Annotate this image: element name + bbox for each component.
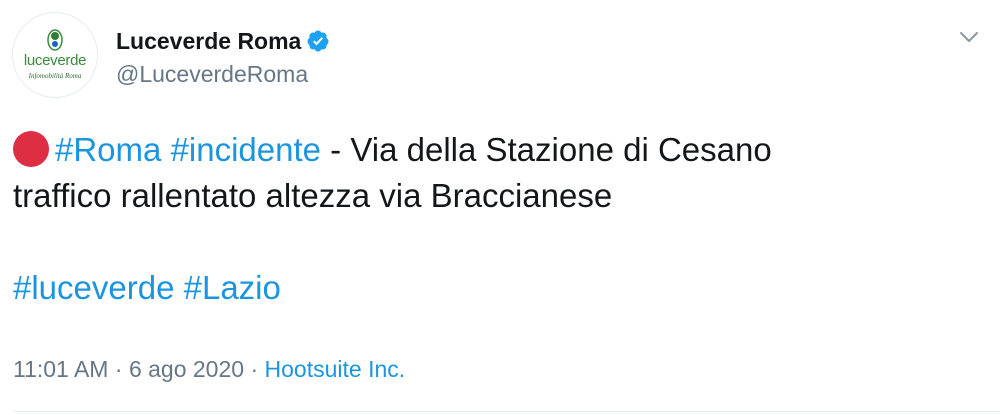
tweet-source-link[interactable]: Hootsuite Inc. bbox=[265, 356, 406, 382]
hashtag-roma[interactable]: #Roma bbox=[55, 131, 161, 168]
tweet-line-2: traffico rallentato altezza via Braccian… bbox=[13, 177, 613, 214]
avatar-logo-subtitle: Infomobilità Roma bbox=[28, 72, 82, 80]
author-display-name[interactable]: Luceverde Roma bbox=[116, 27, 301, 55]
hashtag-luceverde[interactable]: #luceverde bbox=[13, 269, 174, 306]
hashtag-lazio[interactable]: #Lazio bbox=[184, 269, 281, 306]
avatar[interactable]: luceverde Infomobilità Roma bbox=[12, 12, 98, 98]
chevron-down-icon[interactable] bbox=[958, 26, 980, 48]
tweet-line-1: #Roma #incidente - Via della Stazione di… bbox=[13, 127, 973, 173]
tweet-meta: 11:01 AM · 6 ago 2020 · Hootsuite Inc. bbox=[13, 355, 405, 383]
author-name-row: Luceverde Roma bbox=[116, 27, 330, 55]
meta-separator-2: · bbox=[244, 356, 265, 382]
meta-separator: · bbox=[108, 356, 129, 382]
luceverde-logo-icon bbox=[47, 29, 63, 51]
tweet-line-4: #luceverde #Lazio bbox=[13, 265, 973, 311]
tweet-date[interactable]: 6 ago 2020 bbox=[129, 356, 244, 382]
tweet-text: #Roma #incidente - Via della Stazione di… bbox=[13, 127, 973, 311]
avatar-logo-text: luceverde bbox=[23, 52, 87, 69]
tweet-card: luceverde Infomobilità Roma Luceverde Ro… bbox=[0, 0, 1000, 415]
red-circle-icon bbox=[13, 131, 49, 167]
tweet-time[interactable]: 11:01 AM bbox=[13, 356, 108, 382]
tweet-line-1-text: - Via della Stazione di Cesano bbox=[321, 131, 772, 168]
verified-badge-icon bbox=[307, 30, 329, 52]
divider bbox=[13, 411, 1000, 412]
hashtag-incidente[interactable]: #incidente bbox=[171, 131, 321, 168]
author-handle[interactable]: @LuceverdeRoma bbox=[116, 60, 308, 88]
